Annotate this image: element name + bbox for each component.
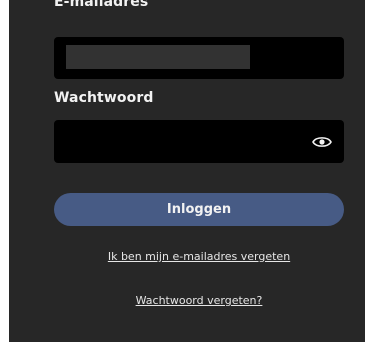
eye-icon[interactable] [312,134,332,148]
password-label: Wachtwoord [54,90,154,106]
forgot-password-link[interactable]: Wachtwoord vergeten? [54,294,344,307]
email-label: E-mailadres [54,0,149,10]
email-field[interactable] [54,37,344,79]
password-field[interactable] [54,120,344,163]
login-button[interactable]: Inloggen [54,193,344,226]
email-value-redacted [66,45,250,69]
forgot-email-link[interactable]: Ik ben mijn e-mailadres vergeten [54,250,344,263]
login-panel: E-mailadres Wachtwoord Inloggen Ik ben m… [9,0,365,342]
